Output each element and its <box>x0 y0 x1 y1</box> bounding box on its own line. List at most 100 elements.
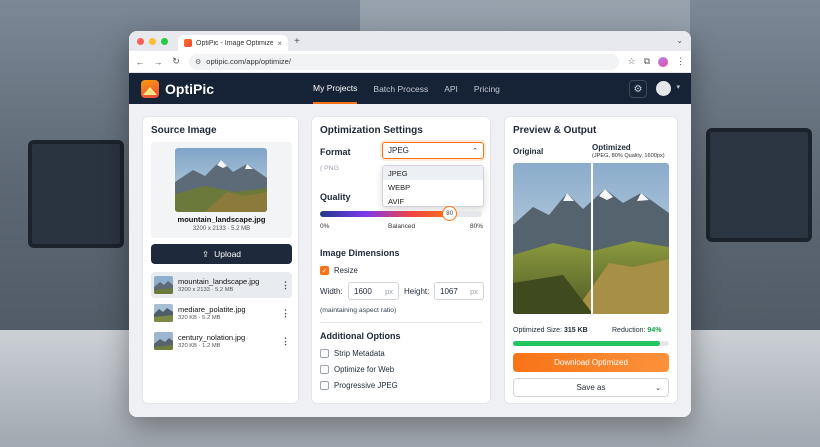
reload-icon[interactable]: ↻ <box>171 56 181 67</box>
height-input[interactable]: 1067 px <box>434 282 484 300</box>
app-navbar: OptiPic My Projects Batch Process API Pr… <box>129 73 691 104</box>
file-name: century_nolation.jpg <box>178 333 246 342</box>
upload-icon: ⇪ <box>201 248 210 259</box>
window-controls <box>137 37 168 45</box>
width-unit: px <box>385 286 393 296</box>
chevron-up-icon: ⌃ <box>472 147 478 155</box>
format-option-avif[interactable]: AVIF <box>383 194 483 208</box>
forward-arrow-icon[interactable]: → <box>153 57 163 67</box>
strip-metadata-label: Strip Metadata <box>334 349 385 358</box>
main-content: Source Image mountain_landscape.jpg 3200… <box>129 104 691 417</box>
url-field[interactable]: ⚙ optipic.com/app/optimize/ <box>189 53 620 70</box>
section-divider <box>320 322 482 323</box>
tab-title: OptiPic - Image Optimizer <box>196 39 274 47</box>
quality-value: 80 <box>446 210 453 217</box>
new-tab-icon[interactable]: + <box>294 36 300 47</box>
address-bar: ← → ↻ ⚙ optipic.com/app/optimize/ ☆ ⧉ ⋮ <box>129 51 691 73</box>
optimized-label: Optimized <box>592 143 631 152</box>
comparison-slider-divider[interactable] <box>591 163 593 314</box>
file-list-item[interactable]: century_nolation.jpg 320 KB · 1.2 MB ⋮ <box>151 328 292 354</box>
optimize-web-checkbox[interactable] <box>320 365 329 374</box>
file-list: mountain_landscape.jpg 3200 x 2133 · 5.2… <box>151 272 292 356</box>
quality-min-label: 0% <box>320 223 330 230</box>
file-name: mediare_polatite.jpg <box>178 305 246 314</box>
additional-options-label: Additional Options <box>320 331 401 341</box>
comparison-preview-image[interactable] <box>513 163 669 314</box>
back-arrow-icon[interactable]: ← <box>135 57 145 67</box>
progressive-jpeg-checkbox[interactable] <box>320 381 329 390</box>
close-window-button[interactable] <box>137 37 144 45</box>
quality-label: Quality <box>320 192 351 202</box>
format-option-webp[interactable]: WEBP <box>383 180 483 194</box>
save-as-label: Save as <box>576 383 606 392</box>
strip-metadata-checkbox[interactable] <box>320 349 329 358</box>
download-optimized-button[interactable]: Download Optimized <box>513 353 669 372</box>
reduction-label: Reduction: <box>612 327 646 334</box>
preview-title: Preview & Output <box>513 125 597 136</box>
save-as-dropdown[interactable]: Save as ⌄ <box>513 378 669 397</box>
reduction-stat: Reduction: 94% <box>612 327 661 334</box>
file-list-item[interactable]: mediare_polatite.jpg 320 KB · 5.2 MB ⋮ <box>151 300 292 326</box>
user-menu-chevron-icon[interactable]: ▾ <box>676 83 680 91</box>
tab-list-chevron-icon[interactable]: ⌄ <box>676 36 683 45</box>
optimized-size-stat: Optimized Size: 315 KB <box>513 327 588 334</box>
preview-output-panel: Preview & Output Original Optimized (JPE… <box>504 116 678 404</box>
nav-api[interactable]: API <box>444 73 458 104</box>
width-input[interactable]: 1600 px <box>348 282 399 300</box>
format-select[interactable]: JPEG ⌃ <box>382 142 484 159</box>
background-monitor-left <box>28 140 124 248</box>
resize-checkbox[interactable]: ✓ <box>320 266 329 275</box>
site-info-icon[interactable]: ⚙ <box>195 58 201 66</box>
nav-my-projects[interactable]: My Projects <box>313 73 358 104</box>
optimized-size-label: Optimized Size: <box>513 327 563 334</box>
file-thumbnail <box>154 304 173 322</box>
source-image-card: mountain_landscape.jpg 3200 x 2133 · 5.2… <box>151 142 292 238</box>
height-label: Height: <box>404 287 430 296</box>
maximize-window-button[interactable] <box>161 37 168 45</box>
gear-icon: ⚙ <box>633 83 643 95</box>
quality-slider-handle[interactable]: 80 <box>442 206 458 221</box>
file-menu-icon[interactable]: ⋮ <box>281 336 290 347</box>
width-value: 1600 <box>354 286 372 296</box>
source-image-panel: Source Image mountain_landscape.jpg 3200… <box>142 116 299 404</box>
tab-close-icon[interactable]: × <box>277 39 282 48</box>
file-thumbnail <box>154 276 173 294</box>
optimization-settings-panel: Optimization Settings Format JPEG ⌃ ( PN… <box>311 116 491 404</box>
file-list-item[interactable]: mountain_landscape.jpg 3200 x 2133 · 5.2… <box>151 272 292 298</box>
width-label: Width: <box>320 287 343 296</box>
image-dimensions-label: Image Dimensions <box>320 248 400 258</box>
format-option-jpeg[interactable]: JPEG <box>383 166 483 180</box>
optimized-size-value: 315 KB <box>563 327 588 334</box>
background-monitor-right <box>706 128 812 242</box>
file-meta: 320 KB · 5.2 MB <box>178 315 221 321</box>
source-image-thumbnail <box>175 148 267 212</box>
browser-tab[interactable]: OptiPic - Image Optimizer × <box>178 35 288 51</box>
settings-button[interactable]: ⚙ <box>629 80 647 98</box>
extensions-icon[interactable]: ⧉ <box>644 56 650 67</box>
quality-slider[interactable]: 80 <box>320 206 482 221</box>
url-text: optipic.com/app/optimize/ <box>206 57 291 66</box>
file-name: mountain_landscape.jpg <box>178 277 260 286</box>
source-image-title: Source Image <box>151 125 217 136</box>
favicon-icon <box>184 39 192 47</box>
quality-max-label: 80% <box>470 223 484 230</box>
star-icon[interactable]: ☆ <box>627 56 635 67</box>
file-meta: 320 KB · 1.2 MB <box>178 343 221 349</box>
minimize-window-button[interactable] <box>149 37 156 45</box>
format-dropdown: JPEG WEBP AVIF <box>382 165 484 207</box>
file-menu-icon[interactable]: ⋮ <box>281 308 290 319</box>
format-hint: ( PNG <box>320 165 339 172</box>
reduction-progress-fill <box>513 341 660 346</box>
profile-avatar[interactable] <box>658 56 668 67</box>
optimized-subtitle: (JPEG, 80% Quality, 1600px) <box>592 153 665 159</box>
file-menu-icon[interactable]: ⋮ <box>281 280 290 291</box>
user-avatar[interactable] <box>656 81 671 96</box>
nav-batch-process[interactable]: Batch Process <box>373 73 428 104</box>
kebab-menu-icon[interactable]: ⋮ <box>676 56 685 67</box>
nav-pricing[interactable]: Pricing <box>474 73 500 104</box>
aspect-ratio-note: (maintaining aspect ratio) <box>320 307 397 314</box>
file-thumbnail <box>154 332 173 350</box>
chevron-down-icon: ⌄ <box>655 384 661 392</box>
source-file-meta: 3200 x 2133 · 5.2 MB <box>192 226 251 232</box>
upload-button[interactable]: ⇪ Upload <box>151 244 292 264</box>
